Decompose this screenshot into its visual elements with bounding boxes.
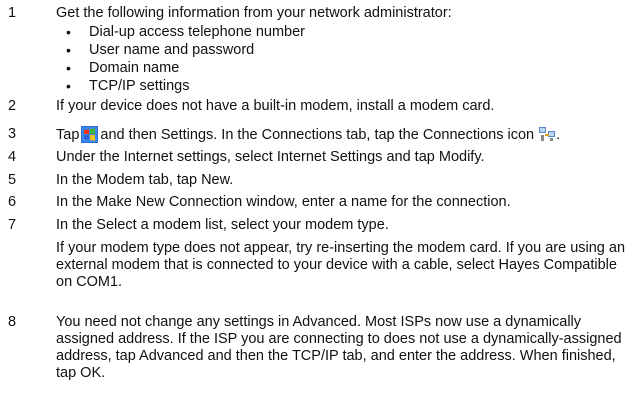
bullet-glyph: • xyxy=(66,78,71,94)
bullet-glyph: • xyxy=(66,24,71,40)
step-number: 3 xyxy=(8,126,17,142)
step-text: In the Select a modem list, select your … xyxy=(56,217,389,233)
step-number: 2 xyxy=(8,98,17,114)
list-item: • User name and password xyxy=(0,42,632,59)
step-number: 7 xyxy=(8,217,17,233)
list-item-text: TCP/IP settings xyxy=(89,78,190,94)
connections-icon xyxy=(539,127,556,141)
step-3: 3 Tap and then Settings. In the Connecti… xyxy=(0,126,632,144)
step-5: 5 In the Modem tab, tap New. xyxy=(0,172,632,189)
step-text: In the Modem tab, tap New. xyxy=(56,172,234,188)
step-text: Tap and then Settings. In the Connection… xyxy=(56,126,626,144)
step-6: 6 In the Make New Connection window, ent… xyxy=(0,194,632,211)
list-item-text: User name and password xyxy=(89,42,255,58)
step-text-post: . xyxy=(556,127,561,143)
step-1: 1 Get the following information from you… xyxy=(0,5,632,22)
step-number: 6 xyxy=(8,194,17,210)
step-7: 7 In the Select a modem list, select you… xyxy=(0,217,632,234)
list-item: • Dial-up access telephone number xyxy=(0,24,632,41)
step-7-note: If your modem type does not appear, try … xyxy=(56,240,626,290)
list-item-text: Domain name xyxy=(89,60,180,76)
bullet-glyph: • xyxy=(66,60,71,76)
step-text-mid: and then Settings. In the Connections ta… xyxy=(100,127,535,143)
step-2: 2 If your device does not have a built-i… xyxy=(0,98,632,115)
step-number: 5 xyxy=(8,172,17,188)
step-number: 4 xyxy=(8,149,17,165)
step-text: If your device does not have a built-in … xyxy=(56,98,495,114)
list-item: • Domain name xyxy=(0,60,632,77)
step-text: Get the following information from your … xyxy=(56,5,452,21)
step-8: 8 You need not change any settings in Ad… xyxy=(0,314,632,404)
step-text: You need not change any settings in Adva… xyxy=(56,314,622,381)
list-item-text: Dial-up access telephone number xyxy=(89,24,306,40)
bullet-glyph: • xyxy=(66,42,71,58)
step-text-pre: Tap xyxy=(56,127,80,143)
list-item: • TCP/IP settings xyxy=(0,78,632,95)
required-info-list: • Dial-up access telephone number • User… xyxy=(0,22,632,100)
step-number: 1 xyxy=(8,5,17,21)
step-text: In the Make New Connection window, enter… xyxy=(56,194,511,210)
step-number: 8 xyxy=(8,314,17,330)
windows-start-icon xyxy=(81,126,99,143)
step-text: Under the Internet settings, select Inte… xyxy=(56,149,485,165)
step-4: 4 Under the Internet settings, select In… xyxy=(0,149,632,166)
